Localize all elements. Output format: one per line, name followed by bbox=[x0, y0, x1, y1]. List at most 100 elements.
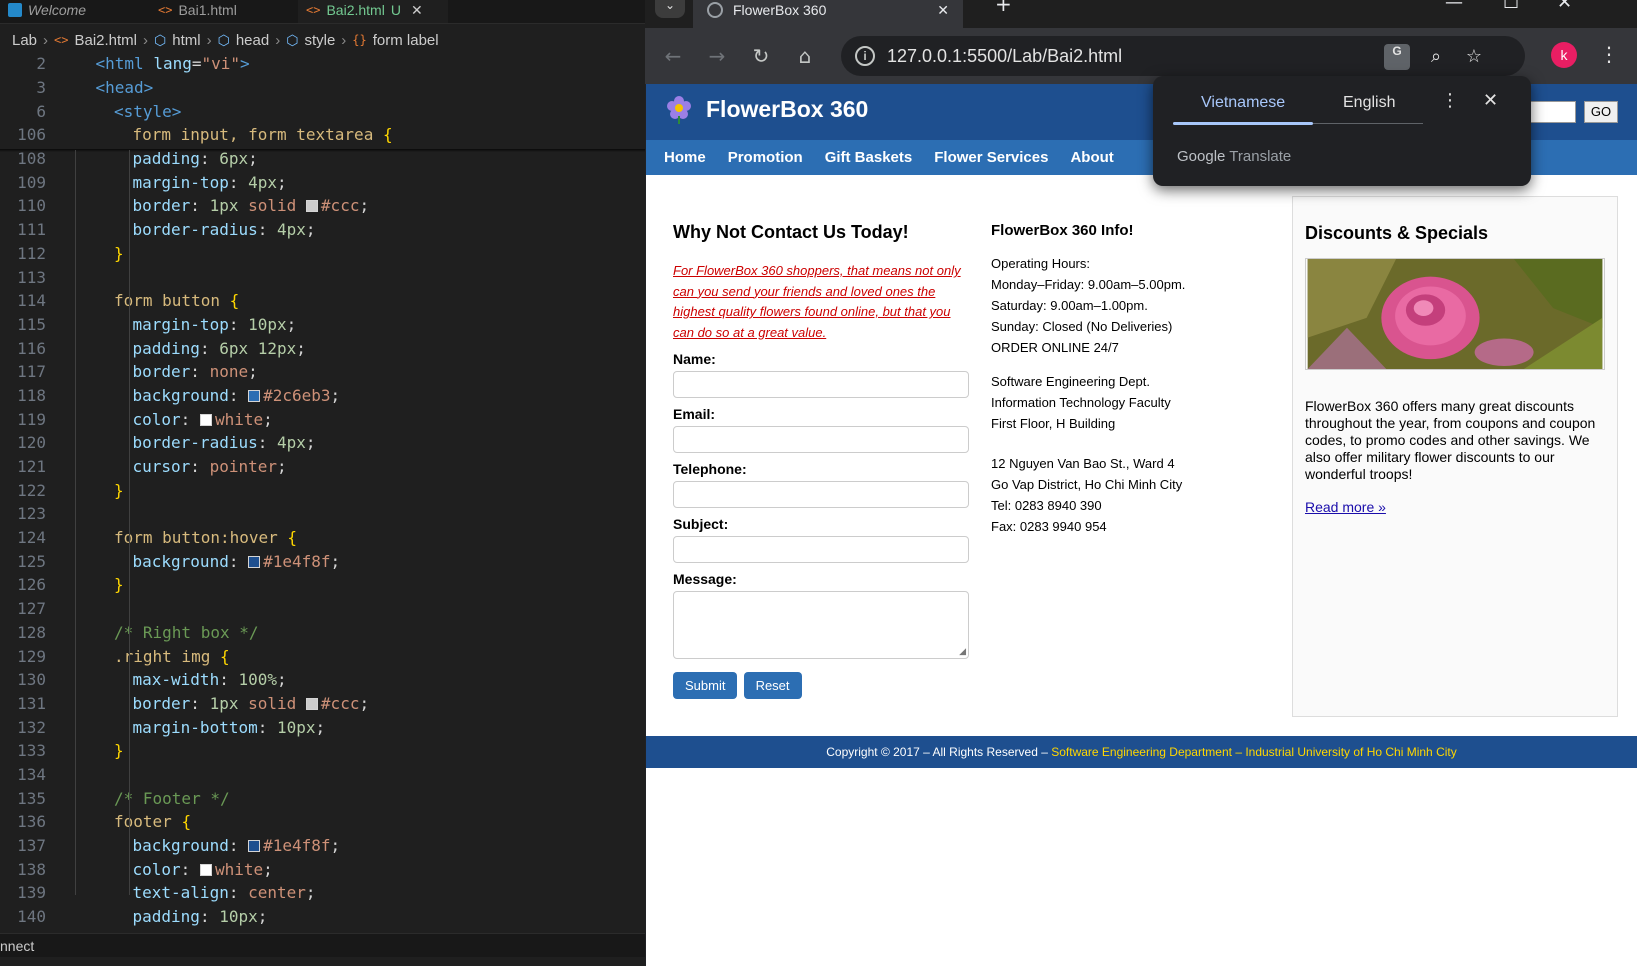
code-line[interactable]: 123 bbox=[0, 502, 645, 526]
go-button[interactable]: GO bbox=[1584, 101, 1618, 123]
line-number: 112 bbox=[17, 243, 46, 263]
star-icon[interactable]: ☆ bbox=[1461, 44, 1487, 70]
close-icon[interactable]: ✕ bbox=[937, 2, 949, 19]
code-line[interactable]: 126} bbox=[0, 573, 645, 597]
back-icon[interactable]: ← bbox=[659, 42, 687, 70]
name-field[interactable] bbox=[673, 371, 969, 398]
submit-button[interactable]: Submit bbox=[673, 672, 738, 699]
nav-gift-baskets[interactable]: Gift Baskets bbox=[825, 149, 913, 166]
forward-icon[interactable]: → bbox=[703, 42, 731, 70]
code-line[interactable]: 117 border: none; bbox=[0, 360, 645, 384]
tab-bai1[interactable]: <> Bai1.html bbox=[150, 0, 245, 23]
code-line[interactable]: 140 padding: 10px; bbox=[0, 905, 645, 929]
code-line[interactable]: 139 text-align: center; bbox=[0, 881, 645, 905]
code-line[interactable]: 128 /* Right box */ bbox=[0, 621, 645, 645]
google-translate-brand: Google Translate bbox=[1177, 148, 1291, 165]
code-line[interactable]: 132 margin-bottom: 10px; bbox=[0, 715, 645, 739]
breadcrumb-item[interactable]: Bai2.html bbox=[74, 32, 137, 49]
reload-icon[interactable]: ↻ bbox=[747, 42, 775, 70]
code-line[interactable]: 133} bbox=[0, 739, 645, 763]
tab-english[interactable]: English bbox=[1343, 94, 1395, 112]
color-swatch-icon[interactable] bbox=[248, 840, 261, 853]
code-line[interactable]: 115 margin-top: 10px; bbox=[0, 313, 645, 337]
code-line[interactable]: 113 bbox=[0, 265, 645, 289]
code-line[interactable]: 130 max-width: 100%; bbox=[0, 668, 645, 692]
code-line[interactable]: 134 bbox=[0, 763, 645, 787]
code-line[interactable]: 114 form button { bbox=[0, 289, 645, 313]
close-icon[interactable]: ✕ bbox=[1483, 90, 1498, 111]
breadcrumb-item[interactable]: head bbox=[236, 32, 269, 49]
code-area[interactable]: 2 <html lang="vi"> 3 <head> 6 <style> 106 form … bbox=[0, 52, 645, 928]
sticky-code-line[interactable]: 2 <html lang="vi"> bbox=[0, 52, 645, 76]
read-more-link[interactable]: Read more » bbox=[1305, 499, 1605, 515]
code-line[interactable]: 125 background: #1e4f8f; bbox=[0, 549, 645, 573]
email-field[interactable] bbox=[673, 426, 969, 453]
code-line[interactable]: 124 form button:hover { bbox=[0, 526, 645, 550]
sticky-code-line[interactable]: 6 <style> bbox=[0, 99, 645, 124]
nav-flower-services[interactable]: Flower Services bbox=[934, 149, 1048, 166]
code-line[interactable]: 111 border-radius: 4px; bbox=[0, 218, 645, 242]
color-swatch-icon[interactable] bbox=[305, 200, 318, 213]
minimize-icon[interactable]: — bbox=[1445, 0, 1463, 13]
browser-tab[interactable]: FlowerBox 360 ✕ bbox=[693, 0, 963, 28]
more-icon[interactable]: ⋮ bbox=[1599, 42, 1619, 66]
code-line[interactable]: 122} bbox=[0, 478, 645, 502]
code-text: max-width: 100%; bbox=[132, 670, 287, 690]
code-line[interactable]: 138 color: white; bbox=[0, 857, 645, 881]
home-icon[interactable]: ⌂ bbox=[791, 42, 819, 70]
sticky-code-line[interactable]: 106 form input, form textarea { bbox=[0, 123, 645, 147]
url-text[interactable]: 127.0.0.1:5500/Lab/Bai2.html bbox=[887, 46, 1122, 67]
code-line[interactable]: 116 padding: 6px 12px; bbox=[0, 336, 645, 360]
code-line[interactable]: 109 margin-top: 4px; bbox=[0, 170, 645, 194]
tab-search-button[interactable]: ⌄ bbox=[655, 0, 685, 18]
reset-button[interactable]: Reset bbox=[743, 672, 802, 699]
address-bar[interactable]: i 127.0.0.1:5500/Lab/Bai2.html G ⌕ ☆ bbox=[841, 36, 1525, 76]
telephone-field[interactable] bbox=[673, 481, 969, 508]
code-line[interactable]: 119 color: white; bbox=[0, 407, 645, 431]
more-options-icon[interactable]: ⋮ bbox=[1441, 90, 1459, 111]
code-line[interactable]: 135 /* Footer */ bbox=[0, 786, 645, 810]
zoom-icon[interactable]: ⌕ bbox=[1423, 44, 1449, 70]
code-line[interactable]: 127 bbox=[0, 597, 645, 621]
code-text: /* Footer */ bbox=[114, 788, 230, 808]
site-info-icon[interactable]: i bbox=[855, 46, 875, 66]
contact-form: Name: Email: Telephone: Subject: Message… bbox=[673, 351, 969, 699]
tab-welcome[interactable]: Welcome bbox=[0, 0, 94, 23]
code-line[interactable]: 110 border: 1px solid #ccc; bbox=[0, 194, 645, 218]
translate-icon[interactable]: G bbox=[1384, 44, 1410, 70]
breadcrumb-item[interactable]: html bbox=[172, 32, 200, 49]
nav-home[interactable]: Home bbox=[664, 149, 706, 166]
code-line[interactable]: 120 border-radius: 4px; bbox=[0, 431, 645, 455]
color-swatch-icon[interactable] bbox=[305, 697, 318, 710]
color-swatch-icon[interactable] bbox=[199, 863, 212, 876]
breadcrumb-item[interactable]: form label bbox=[373, 32, 439, 49]
color-swatch-icon[interactable] bbox=[199, 413, 212, 426]
code-line[interactable]: 118 background: #2c6eb3; bbox=[0, 384, 645, 408]
resize-grip-icon[interactable]: ◢ bbox=[959, 647, 966, 657]
color-swatch-icon[interactable] bbox=[248, 555, 261, 568]
tab-bai2[interactable]: <> Bai2.html U ✕ bbox=[298, 0, 448, 23]
maximize-icon[interactable]: ☐ bbox=[1503, 0, 1519, 13]
code-line[interactable]: 129 .right img { bbox=[0, 644, 645, 668]
code-line[interactable]: 112} bbox=[0, 242, 645, 266]
search-input[interactable] bbox=[1526, 101, 1576, 123]
code-line[interactable]: 121 cursor: pointer; bbox=[0, 455, 645, 479]
code-line[interactable]: 131 border: 1px solid #ccc; bbox=[0, 692, 645, 716]
breadcrumb-item[interactable]: Lab bbox=[12, 32, 37, 49]
code-line[interactable]: 136 footer { bbox=[0, 810, 645, 834]
close-icon[interactable]: ✕ bbox=[411, 2, 423, 19]
message-field[interactable]: ◢ bbox=[673, 591, 969, 659]
sticky-code-line[interactable]: 3 <head> bbox=[0, 75, 645, 100]
window-close-icon[interactable]: ✕ bbox=[1557, 0, 1572, 13]
nav-about[interactable]: About bbox=[1070, 149, 1113, 166]
line-number: 134 bbox=[17, 764, 46, 784]
code-line[interactable]: 137 background: #1e4f8f; bbox=[0, 834, 645, 858]
profile-avatar[interactable]: k bbox=[1551, 42, 1577, 68]
color-swatch-icon[interactable] bbox=[248, 389, 261, 402]
subject-field[interactable] bbox=[673, 536, 969, 563]
breadcrumb-item[interactable]: style bbox=[304, 32, 335, 49]
tab-label: Welcome bbox=[28, 1, 87, 18]
new-tab-button[interactable]: + bbox=[995, 0, 1012, 16]
tab-vietnamese[interactable]: Vietnamese bbox=[1201, 94, 1285, 112]
nav-promotion[interactable]: Promotion bbox=[728, 149, 803, 166]
